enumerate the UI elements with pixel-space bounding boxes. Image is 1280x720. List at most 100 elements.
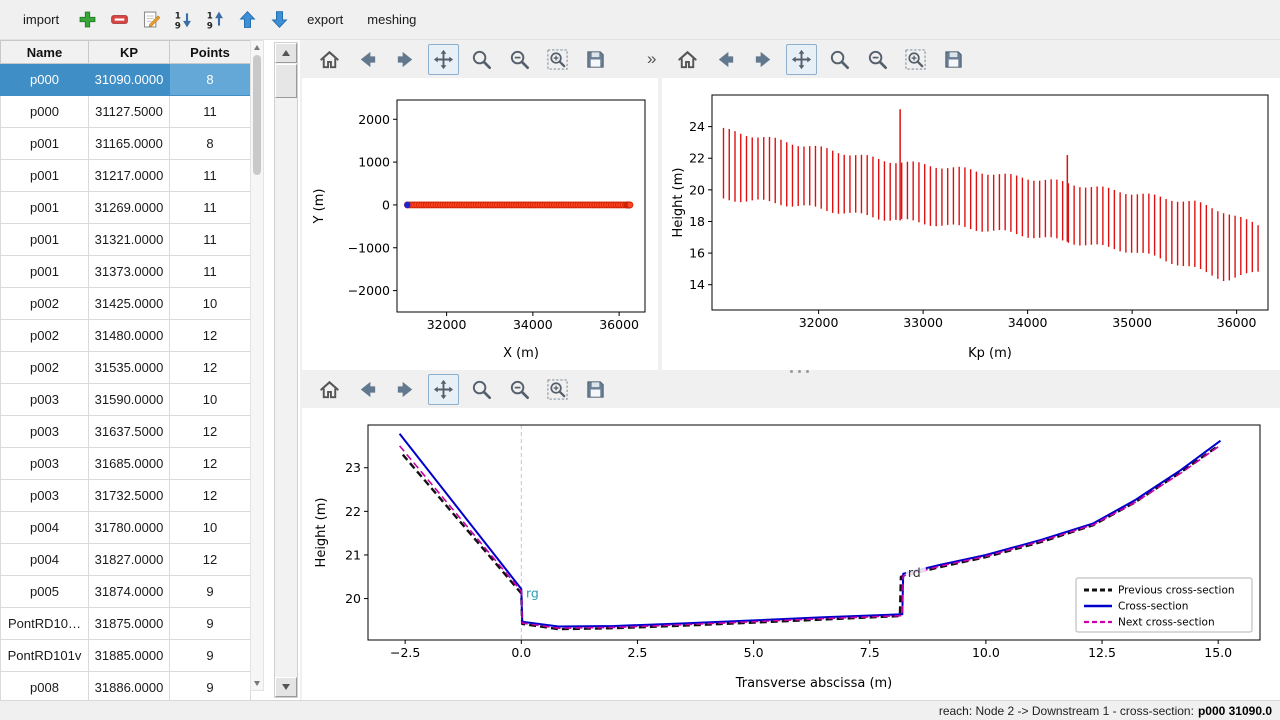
points-cell[interactable]: 12: [170, 320, 251, 352]
kp-cell[interactable]: 31269.0000: [89, 192, 170, 224]
points-cell[interactable]: 9: [170, 672, 251, 704]
zoom-button[interactable]: [466, 374, 497, 405]
kp-cell[interactable]: 31685.0000: [89, 448, 170, 480]
points-cell[interactable]: 12: [170, 416, 251, 448]
points-cell[interactable]: 11: [170, 256, 251, 288]
plan-view-plot[interactable]: 320003400036000−2000−1000010002000X (m)Y…: [302, 78, 658, 370]
table-row[interactable]: p00131165.00008: [1, 128, 251, 160]
name-cell[interactable]: PontRD101v: [1, 640, 89, 672]
export-button[interactable]: export: [296, 7, 354, 32]
name-cell[interactable]: p000: [1, 96, 89, 128]
kp-cell[interactable]: 31127.5000: [89, 96, 170, 128]
points-cell[interactable]: 10: [170, 384, 251, 416]
name-cell[interactable]: p001: [1, 224, 89, 256]
back-button[interactable]: [352, 44, 383, 75]
table-scrollbar[interactable]: [250, 40, 264, 691]
kp-cell[interactable]: 31090.0000: [89, 64, 170, 96]
table-row[interactable]: p00331685.000012: [1, 448, 251, 480]
panel-scrollbar[interactable]: [274, 42, 298, 698]
pan-button[interactable]: [786, 44, 817, 75]
points-cell[interactable]: 11: [170, 160, 251, 192]
forward-button[interactable]: [748, 44, 779, 75]
scrollbar-down-button[interactable]: [275, 677, 297, 697]
back-button[interactable]: [352, 374, 383, 405]
move-up-button[interactable]: [232, 5, 262, 35]
points-cell[interactable]: 11: [170, 192, 251, 224]
table-row[interactable]: PontRD10…31875.00009: [1, 608, 251, 640]
points-cell[interactable]: 9: [170, 640, 251, 672]
name-cell[interactable]: p003: [1, 416, 89, 448]
back-button[interactable]: [710, 44, 741, 75]
name-cell[interactable]: p002: [1, 288, 89, 320]
add-button[interactable]: [72, 5, 102, 35]
name-cell[interactable]: p003: [1, 480, 89, 512]
zoom-button[interactable]: [466, 44, 497, 75]
scroll-down-icon[interactable]: [254, 681, 260, 686]
name-cell[interactable]: p001: [1, 160, 89, 192]
move-down-button[interactable]: [264, 5, 294, 35]
points-cell[interactable]: 8: [170, 64, 251, 96]
name-cell[interactable]: p002: [1, 352, 89, 384]
forward-button[interactable]: [390, 374, 421, 405]
name-cell[interactable]: p003: [1, 448, 89, 480]
points-cell[interactable]: 10: [170, 512, 251, 544]
scroll-up-icon[interactable]: [254, 45, 260, 50]
zoom-button[interactable]: [824, 44, 855, 75]
table-row[interactable]: PontRD101v31885.00009: [1, 640, 251, 672]
name-cell[interactable]: p001: [1, 128, 89, 160]
table-row[interactable]: p00331590.000010: [1, 384, 251, 416]
kp-cell[interactable]: 31875.0000: [89, 608, 170, 640]
table-row[interactable]: p00831886.00009: [1, 672, 251, 704]
save-button[interactable]: [580, 374, 611, 405]
points-cell[interactable]: 12: [170, 480, 251, 512]
points-cell[interactable]: 11: [170, 224, 251, 256]
name-cell[interactable]: PontRD10…: [1, 608, 89, 640]
table-row[interactable]: p00331637.500012: [1, 416, 251, 448]
sort-descending-button[interactable]: [200, 5, 230, 35]
kp-cell[interactable]: 31535.0000: [89, 352, 170, 384]
column-header-name[interactable]: Name: [1, 41, 89, 64]
pan-button[interactable]: [428, 44, 459, 75]
points-cell[interactable]: 12: [170, 544, 251, 576]
table-scrollbar-thumb[interactable]: [253, 55, 261, 175]
name-cell[interactable]: p003: [1, 384, 89, 416]
name-cell[interactable]: p004: [1, 544, 89, 576]
kp-cell[interactable]: 31321.0000: [89, 224, 170, 256]
zoom-rect-button[interactable]: [900, 44, 931, 75]
kp-cell[interactable]: 31590.0000: [89, 384, 170, 416]
kp-cell[interactable]: 31165.0000: [89, 128, 170, 160]
table-row[interactable]: p00131269.000011: [1, 192, 251, 224]
table-row[interactable]: p00231425.000010: [1, 288, 251, 320]
home-button[interactable]: [672, 44, 703, 75]
points-cell[interactable]: 12: [170, 352, 251, 384]
pan-button[interactable]: [428, 374, 459, 405]
remove-button[interactable]: [104, 5, 134, 35]
zoom-rect-button[interactable]: [542, 44, 573, 75]
points-cell[interactable]: 8: [170, 128, 251, 160]
points-cell[interactable]: 9: [170, 576, 251, 608]
subplots-button[interactable]: [862, 44, 893, 75]
cross-section-plot[interactable]: rgrd−2.50.02.55.07.510.012.515.020212223…: [302, 408, 1280, 700]
table-row[interactable]: p00031090.00008: [1, 64, 251, 96]
kp-cell[interactable]: 31885.0000: [89, 640, 170, 672]
table-row[interactable]: p00031127.500011: [1, 96, 251, 128]
kp-cell[interactable]: 31217.0000: [89, 160, 170, 192]
table-row[interactable]: p00231480.000012: [1, 320, 251, 352]
panel-scrollbar-thumb[interactable]: [275, 64, 297, 98]
sort-ascending-button[interactable]: [168, 5, 198, 35]
table-row[interactable]: p00131217.000011: [1, 160, 251, 192]
kp-cell[interactable]: 31373.0000: [89, 256, 170, 288]
column-header-kp[interactable]: KP: [89, 41, 170, 64]
table-row[interactable]: p00131321.000011: [1, 224, 251, 256]
kp-cell[interactable]: 31480.0000: [89, 320, 170, 352]
table-row[interactable]: p00431827.000012: [1, 544, 251, 576]
edit-button[interactable]: [136, 5, 166, 35]
kp-cell[interactable]: 31780.0000: [89, 512, 170, 544]
table-row[interactable]: p00231535.000012: [1, 352, 251, 384]
meshing-button[interactable]: meshing: [356, 7, 427, 32]
name-cell[interactable]: p001: [1, 256, 89, 288]
forward-button[interactable]: [390, 44, 421, 75]
table-row[interactable]: p00531874.00009: [1, 576, 251, 608]
points-cell[interactable]: 11: [170, 96, 251, 128]
name-cell[interactable]: p002: [1, 320, 89, 352]
